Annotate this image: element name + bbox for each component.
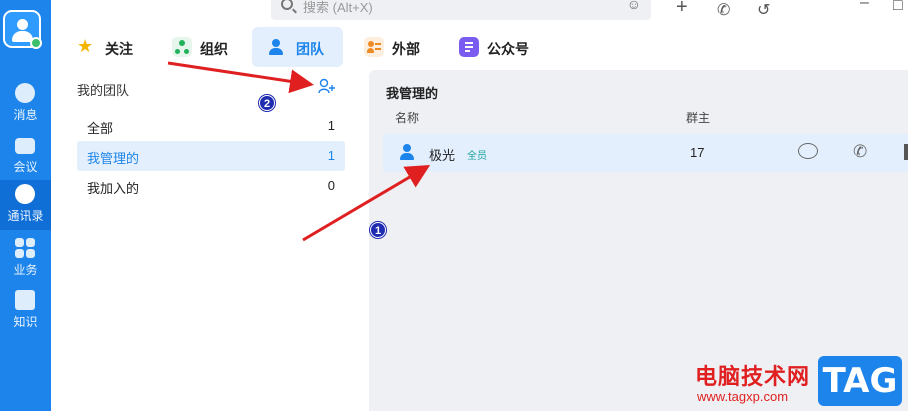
filter-all[interactable]: 全部 1: [77, 111, 345, 141]
chatbot-icon[interactable]: ☺: [627, 0, 641, 12]
filter-managed[interactable]: 我管理的 1: [77, 141, 345, 171]
left-rail: 消息 会议 通讯录 业务 知识: [0, 0, 51, 411]
filter-label: 我加入的: [87, 181, 140, 196]
table-row[interactable]: 极光 全员 17 ✆: [383, 134, 908, 172]
search-placeholder: 搜索 (Alt+X): [303, 0, 373, 15]
user-avatar[interactable]: [3, 10, 42, 49]
org-icon: [172, 37, 192, 57]
rail-item-contacts[interactable]: 通讯录: [0, 180, 51, 230]
team-owner: 17: [690, 145, 705, 160]
tab-external[interactable]: 外部: [360, 27, 432, 67]
team-icon: [399, 144, 417, 160]
filter-label: 全部: [87, 121, 114, 136]
panel-title: 我的团队: [77, 83, 130, 98]
tab-organization[interactable]: 组织: [168, 27, 240, 67]
official-account-icon: [459, 37, 479, 57]
tab-label: 组织: [200, 41, 228, 57]
rail-item-label: 消息: [13, 108, 38, 122]
rail-item-business[interactable]: 业务: [0, 234, 51, 284]
apps-icon: [15, 238, 35, 258]
rail-item-knowledge[interactable]: 知识: [0, 286, 51, 336]
tab-team[interactable]: 团队: [252, 27, 343, 67]
filter-count: 1: [327, 148, 335, 163]
column-header-name: 名称: [395, 111, 420, 125]
minimize-icon[interactable]: –: [860, 0, 869, 12]
search-icon: [281, 0, 293, 10]
more-icon[interactable]: [904, 144, 908, 160]
star-icon: ★: [77, 36, 94, 56]
online-status-icon: [30, 37, 42, 49]
contacts-icon: [15, 184, 35, 204]
tab-label: 团队: [296, 41, 324, 57]
rail-item-label: 业务: [13, 263, 38, 277]
add-team-icon[interactable]: [318, 78, 336, 94]
rail-item-label: 通讯录: [7, 209, 44, 223]
history-icon[interactable]: ↺: [757, 0, 770, 20]
rail-item-label: 知识: [13, 315, 38, 329]
column-header-owner: 群主: [686, 111, 711, 125]
chat-icon: [15, 83, 35, 103]
team-badge: 全员: [467, 151, 487, 162]
search-input[interactable]: 搜索 (Alt+X) ☺: [271, 0, 651, 20]
maximize-icon[interactable]: □: [893, 0, 903, 15]
step-marker-2: 2: [259, 95, 275, 111]
tab-label: 关注: [105, 41, 133, 57]
call-icon[interactable]: ✆: [717, 0, 730, 20]
watermark-url: www.tagxp.com: [697, 389, 789, 404]
book-icon: [15, 290, 35, 310]
filter-count: 1: [327, 118, 335, 133]
rail-item-meetings[interactable]: 会议: [0, 131, 51, 181]
tab-official-account[interactable]: 公众号: [455, 27, 545, 67]
team-icon: [266, 37, 286, 57]
rail-item-messages[interactable]: 消息: [0, 79, 51, 129]
external-icon: [364, 37, 384, 57]
watermark-text: 电脑技术网: [695, 364, 811, 389]
message-icon[interactable]: [798, 143, 818, 159]
tab-follow[interactable]: ★ 关注: [73, 27, 145, 67]
step-marker-1: 1: [370, 222, 386, 238]
watermark-logo: TAG: [818, 356, 902, 406]
filter-joined[interactable]: 我加入的 0: [77, 171, 345, 201]
tab-label: 公众号: [487, 41, 529, 57]
team-name: 极光: [429, 148, 456, 163]
filter-label: 我管理的: [87, 151, 140, 166]
video-icon: [15, 138, 35, 154]
phone-icon[interactable]: ✆: [853, 142, 867, 162]
section-title: 我管理的: [386, 86, 439, 101]
tab-label: 外部: [392, 41, 420, 57]
plus-icon[interactable]: +: [676, 0, 688, 19]
filter-count: 0: [327, 178, 335, 193]
rail-item-label: 会议: [13, 160, 38, 174]
